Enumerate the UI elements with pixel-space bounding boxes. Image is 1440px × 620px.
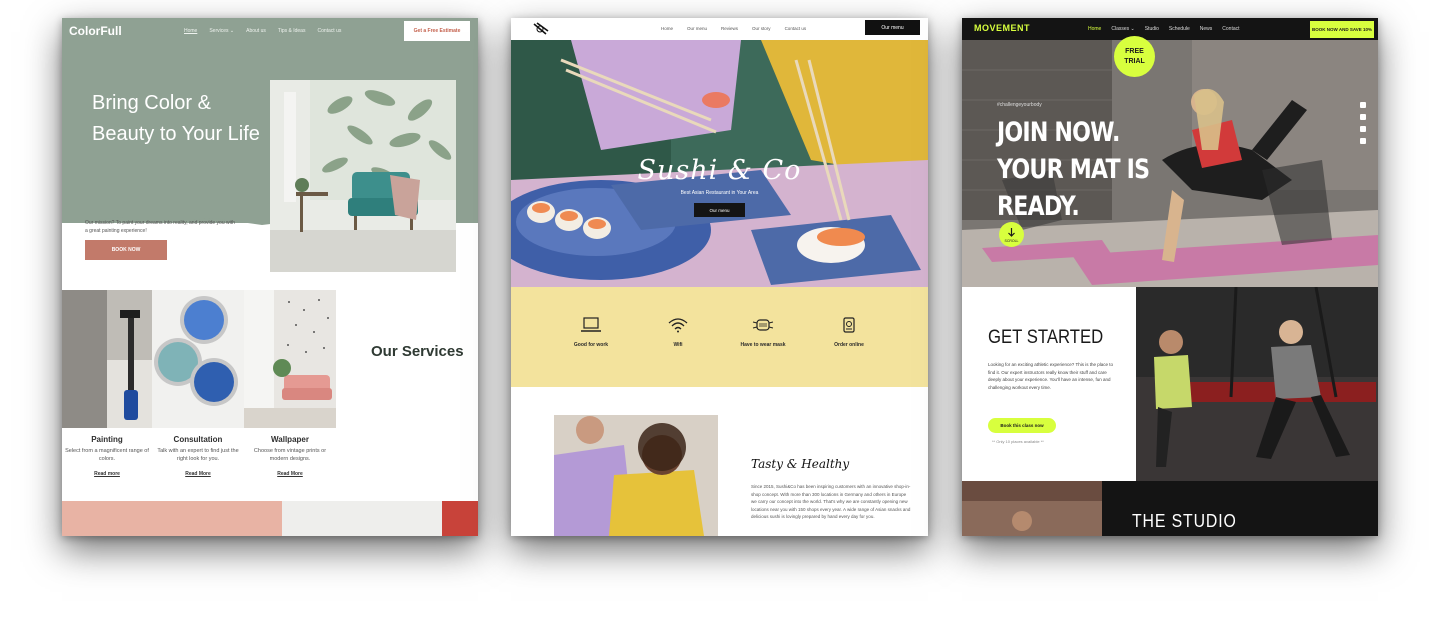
service-description: Choose from vintage prints or modern des… [253,448,327,462]
nav-services[interactable]: Services ⌄ [209,28,234,34]
hashtag-text: #challengeyourbody [997,102,1042,108]
feature-label: Wifi [673,342,683,348]
read-more-link[interactable]: Read More [244,471,336,477]
service-title: Consultation [173,435,223,444]
nav-home[interactable]: Home [1088,26,1101,32]
pinterest-icon[interactable] [1360,138,1366,144]
movement-nav-menu: Home Classes ⌄ Studio Schedule News Cont… [1088,26,1240,32]
scroll-label: SCROLL [1004,239,1018,243]
service-description: Select from a magnificent range of color… [65,448,149,462]
colorfull-site-preview[interactable]: ColorFull Home Services ⌄ About us Tips … [62,18,478,536]
feature-order-online: Order online [814,317,884,348]
nav-contact[interactable]: Contact us [317,28,341,34]
service-title: Painting [91,435,123,444]
service-painting: Painting Select from a magnificent range… [62,435,152,477]
get-started-heading: GET STARTED [988,327,1104,348]
get-started-panel: GET STARTED Looking for an exciting athl… [962,287,1136,481]
sushi-hero: Sushi & Co Best Asian Restaurant in Your… [511,40,928,287]
feature-wifi: Wifi [643,317,713,348]
service-wallpaper: Wallpaper Choose from vintage prints or … [244,435,336,477]
laptop-icon [581,317,601,332]
colorfull-hero-title: Bring Color & Beauty to Your Life [92,92,260,145]
feature-mask: Have to wear mask [728,317,798,348]
service-consultation: Consultation Talk with an expert to find… [152,435,244,477]
movement-navbar: MOVEMENT Home Classes ⌄ Studio Schedule … [962,18,1378,40]
nav-tips[interactable]: Tips & Ideas [278,28,306,34]
colorfull-nav-menu: Home Services ⌄ About us Tips & Ideas Co… [184,28,341,34]
sushi-hero-title: Sushi & Co [637,155,802,186]
book-class-button[interactable]: Book this class now [988,418,1056,433]
movement-hero: #challengeyourbody JOIN NOW. YOUR MAT IS… [962,40,1378,287]
our-menu-nav-button[interactable]: Our menu [865,20,920,35]
movement-logo[interactable]: MOVEMENT [974,23,1030,33]
sushi-navbar: Home Our menu Reviews Our story Contact … [511,18,928,40]
chopsticks-logo-icon[interactable] [531,21,551,42]
nav-home[interactable]: Home [184,28,197,34]
about-heading: Tasty & Healthy [751,457,850,471]
read-more-link[interactable]: Read more [62,471,152,477]
sushi-nav-menu: Home Our menu Reviews Our story Contact … [661,26,806,31]
places-available-note: ** Only 10 places available ** [992,439,1044,444]
studio-heading: THE STUDIO [1132,511,1237,531]
feature-label: Good for work [573,342,609,348]
wallpaper-room-photo [244,290,336,428]
nav-contact[interactable]: Contact [1222,26,1239,32]
next-section-preview [62,501,478,536]
nav-studio[interactable]: Studio [1145,26,1159,32]
sushi-features-band: Good for work Wifi Have to wear mask Ord… [511,287,928,387]
scroll-down-button[interactable]: SCROLL [999,222,1024,247]
movement-site-preview[interactable]: MOVEMENT Home Classes ⌄ Studio Schedule … [962,18,1378,536]
our-menu-hero-button[interactable]: Our menu [694,203,745,217]
linkedin-icon[interactable] [1360,126,1366,132]
feature-label: Have to wear mask [740,342,786,348]
book-now-save-button[interactable]: BOOK NOW AND SAVE 10% [1310,21,1374,38]
nav-reviews[interactable]: Reviews [721,26,738,31]
social-links [1360,102,1366,144]
nav-schedule[interactable]: Schedule [1169,26,1190,32]
wifi-icon [668,318,688,333]
diners-photo [554,415,718,536]
get-started-body: Looking for an exciting athletic experie… [988,362,1113,390]
service-title: Wallpaper [271,435,309,444]
nav-story[interactable]: Our story [752,26,771,31]
book-now-button[interactable]: BOOK NOW [85,240,167,260]
nav-classes[interactable]: Classes ⌄ [1111,26,1134,32]
colorfull-logo[interactable]: ColorFull [69,24,122,38]
feature-label: Order online [834,342,864,348]
sushi-about-section: Tasty & Healthy Since 2015, Sushi&Co has… [511,387,928,536]
nav-home[interactable]: Home [661,26,673,31]
service-description: Talk with an expert to find just the rig… [157,448,239,462]
free-trial-badge[interactable]: FREE TRIAL [1114,36,1155,77]
movement-hero-title: JOIN NOW. YOUR MAT IS READY. [997,117,1150,222]
painting-photo [62,290,152,428]
nav-contact[interactable]: Contact us [785,26,807,31]
sushi-site-preview[interactable]: Home Our menu Reviews Our story Contact … [511,18,928,536]
nav-menu[interactable]: Our menu [687,26,707,31]
free-estimate-button[interactable]: Get a Free Estimate [404,21,470,41]
sushi-hero-subtitle: Best Asian Restaurant in Your Area [680,190,759,196]
instagram-icon[interactable] [1360,114,1366,120]
colorfull-navbar: ColorFull Home Services ⌄ About us Tips … [62,18,478,46]
order-online-icon [843,317,855,333]
facebook-icon[interactable] [1360,102,1366,108]
read-more-link[interactable]: Read More [152,471,244,477]
paint-cans-photo [152,290,244,428]
services-heading: Our Services [371,343,464,360]
living-room-photo [270,80,456,272]
studio-section-preview: THE STUDIO [962,481,1378,536]
mission-text: Our mission? To paint your dreams into r… [85,220,235,234]
arrow-down-icon: SCROLL [1004,228,1019,243]
about-body-text: Since 2015, Sushi&Co has been inspiring … [751,484,911,519]
mask-icon [752,319,774,331]
nav-about[interactable]: About us [246,28,266,34]
nav-news[interactable]: News [1200,26,1213,32]
feature-good-for-work: Good for work [556,317,626,348]
training-photo [1136,287,1378,481]
